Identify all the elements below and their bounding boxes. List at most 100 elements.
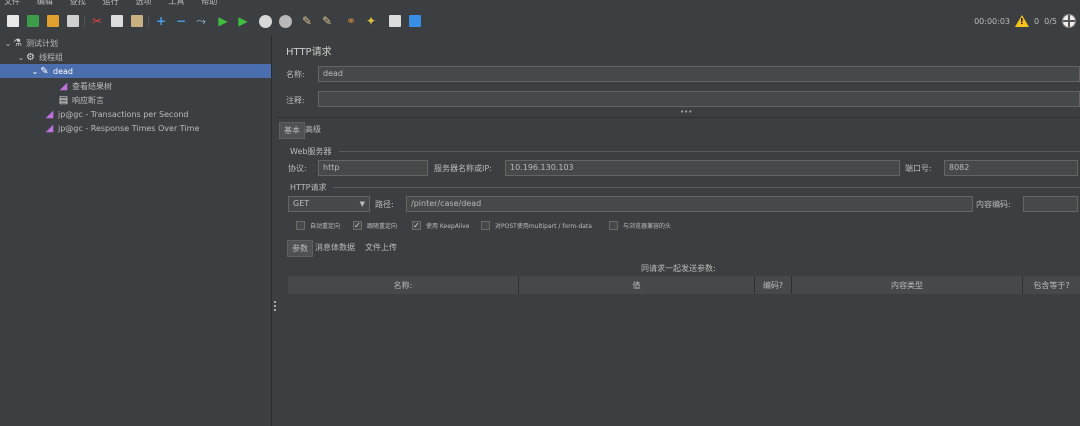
follow-auto-redirect-checkbox[interactable]: 自动重定向 bbox=[296, 221, 340, 230]
checkbox-box[interactable] bbox=[296, 221, 305, 230]
column-content-type[interactable]: 内容类型 bbox=[792, 276, 1023, 294]
remote-icon[interactable] bbox=[1062, 14, 1076, 28]
encoding-field[interactable] bbox=[1023, 196, 1078, 212]
column-encode[interactable]: 编码? bbox=[755, 276, 792, 294]
tree-item-view-results[interactable]: ◢ 查看结果树 bbox=[0, 79, 271, 93]
tab-parameters[interactable]: 参数 bbox=[287, 240, 313, 257]
tree-item-assertion[interactable]: ▤ 响应断言 bbox=[0, 93, 271, 107]
expand-icon[interactable]: + bbox=[154, 14, 168, 28]
multipart-checkbox[interactable]: 对POST使用multipart / form-data bbox=[481, 221, 592, 230]
tree-label: jp@gc - Transactions per Second bbox=[58, 109, 189, 119]
method-value: GET bbox=[293, 199, 310, 208]
chevron-down-icon[interactable]: ⌄ bbox=[17, 53, 25, 62]
checkbox-box[interactable] bbox=[609, 221, 618, 230]
stop-icon[interactable] bbox=[258, 14, 272, 28]
help-icon[interactable] bbox=[408, 14, 422, 28]
clear-icon[interactable]: ✎ bbox=[300, 14, 314, 28]
paste-icon[interactable] bbox=[130, 14, 144, 28]
warning-icon[interactable] bbox=[1015, 15, 1030, 27]
chevron-down-icon[interactable]: ▼ bbox=[360, 197, 365, 211]
checkbox-label: 对POST使用multipart / form-data bbox=[495, 223, 592, 230]
start-no-pause-icon[interactable]: ▶ bbox=[236, 14, 250, 28]
new-icon[interactable] bbox=[6, 14, 20, 28]
menu-bar: 文件 编辑 查找 运行 选项 工具 帮助 bbox=[0, 0, 1080, 8]
protocol-label: 协议: bbox=[288, 164, 307, 173]
column-name[interactable]: 名称: bbox=[288, 276, 519, 294]
start-icon[interactable]: ▶ bbox=[216, 14, 230, 28]
path-field[interactable]: /pinter/case/dead bbox=[406, 196, 973, 212]
chevron-down-icon[interactable]: ⌄ bbox=[31, 67, 39, 76]
function-helper-icon[interactable] bbox=[388, 14, 402, 28]
tree-item-thread-group[interactable]: ⌄ ⚙ 线程组 bbox=[0, 50, 271, 64]
menu-help[interactable]: 帮助 bbox=[201, 0, 217, 6]
column-value[interactable]: 值 bbox=[519, 276, 755, 294]
elapsed-time: 00:00:03 bbox=[974, 16, 1011, 26]
path-label: 路径: bbox=[375, 200, 394, 209]
graph-icon: ◢ bbox=[45, 108, 54, 120]
tree-item-tps-listener[interactable]: ◢ jp@gc - Transactions per Second bbox=[0, 107, 271, 121]
checkbox-label: 使用 KeepAlive bbox=[426, 223, 470, 230]
checkbox-label: 与浏览器兼容的头 bbox=[623, 223, 672, 230]
reset-search-icon[interactable]: ✦ bbox=[364, 14, 378, 28]
tree-label: 响应断言 bbox=[72, 95, 104, 105]
gear-icon: ⚙ bbox=[26, 51, 35, 63]
comment-label: 注释: bbox=[286, 96, 305, 105]
follow-redirect-checkbox[interactable]: ✓ 跟随重定向 bbox=[353, 221, 397, 230]
test-plan-icon: ⚗ bbox=[13, 37, 22, 49]
templates-icon[interactable] bbox=[26, 14, 40, 28]
open-icon[interactable] bbox=[46, 14, 60, 28]
tree-item-http-sampler[interactable]: ⌄ ✎ dead bbox=[0, 64, 271, 78]
copy-icon[interactable] bbox=[110, 14, 124, 28]
graph-icon: ◢ bbox=[59, 80, 68, 92]
checkbox-box[interactable] bbox=[481, 221, 490, 230]
keepalive-checkbox[interactable]: ✓ 使用 KeepAlive bbox=[412, 221, 469, 230]
column-include-equals[interactable]: 包含等于? bbox=[1023, 276, 1080, 294]
port-label: 端口号: bbox=[905, 164, 932, 173]
menu-search[interactable]: 查找 bbox=[70, 0, 86, 6]
thread-count: 0/5 bbox=[1044, 16, 1057, 26]
save-icon[interactable] bbox=[66, 14, 80, 28]
name-field[interactable]: dead bbox=[318, 66, 1080, 82]
collapse-icon[interactable]: − bbox=[174, 14, 188, 28]
shutdown-icon[interactable] bbox=[278, 14, 292, 28]
search-icon[interactable]: ⚭ bbox=[344, 14, 358, 28]
http-request-title: HTTP请求 bbox=[290, 183, 327, 192]
send-params-title: 同请求一起发送参数: bbox=[641, 264, 716, 273]
dots-icon[interactable]: ••• bbox=[680, 108, 692, 116]
comment-field[interactable] bbox=[318, 91, 1080, 107]
cut-icon[interactable]: ✂ bbox=[90, 14, 104, 28]
drag-handle-icon[interactable] bbox=[274, 301, 276, 311]
menu-options[interactable]: 选项 bbox=[136, 0, 152, 6]
panel-title: HTTP请求 bbox=[286, 47, 332, 58]
clear-all-icon[interactable]: ✎ bbox=[320, 14, 334, 28]
check-icon[interactable]: ✓ bbox=[353, 221, 362, 230]
menu-tools[interactable]: 工具 bbox=[168, 0, 184, 6]
collapse-divider[interactable]: ••• bbox=[277, 108, 1080, 118]
pen-icon: ✎ bbox=[40, 65, 49, 77]
method-select[interactable]: GET ▼ bbox=[288, 196, 370, 212]
tree-label: 测试计划 bbox=[26, 38, 58, 48]
tree-item-rt-listener[interactable]: ◢ jp@gc - Response Times Over Time bbox=[0, 121, 271, 135]
browser-headers-checkbox[interactable]: 与浏览器兼容的头 bbox=[609, 221, 671, 230]
menu-file[interactable]: 文件 bbox=[4, 0, 20, 6]
menu-run[interactable]: 运行 bbox=[103, 0, 119, 6]
check-icon[interactable]: ✓ bbox=[412, 221, 421, 230]
chevron-down-icon[interactable]: ⌄ bbox=[4, 39, 12, 48]
name-label: 名称: bbox=[286, 70, 305, 79]
tab-body-data[interactable]: 消息体数据 bbox=[311, 240, 359, 255]
params-table-header: 名称: 值 编码? 内容类型 包含等于? bbox=[288, 276, 1080, 294]
port-field[interactable]: 8082 bbox=[944, 160, 1078, 176]
tree-item-test-plan[interactable]: ⌄ ⚗ 测试计划 bbox=[0, 36, 271, 50]
toggle-icon[interactable]: ⤳ bbox=[194, 14, 208, 28]
http-request-panel: HTTP请求 名称: dead 注释: ••• 基本 高级 Web服务器 协议:… bbox=[277, 35, 1080, 426]
tree-label: 线程组 bbox=[39, 52, 63, 62]
tab-file-upload[interactable]: 文件上传 bbox=[361, 240, 401, 255]
protocol-field[interactable]: http bbox=[318, 160, 428, 176]
menu-edit[interactable]: 编辑 bbox=[37, 0, 53, 6]
graph-icon: ◢ bbox=[45, 122, 54, 134]
status-area: 00:00:03 0 0/5 bbox=[974, 14, 1080, 28]
server-label: 服务器名称或IP: bbox=[434, 164, 492, 173]
tab-advanced[interactable]: 高级 bbox=[301, 122, 325, 137]
server-field[interactable]: 10.196.130.103 bbox=[505, 160, 900, 176]
assertion-icon: ▤ bbox=[58, 94, 69, 106]
